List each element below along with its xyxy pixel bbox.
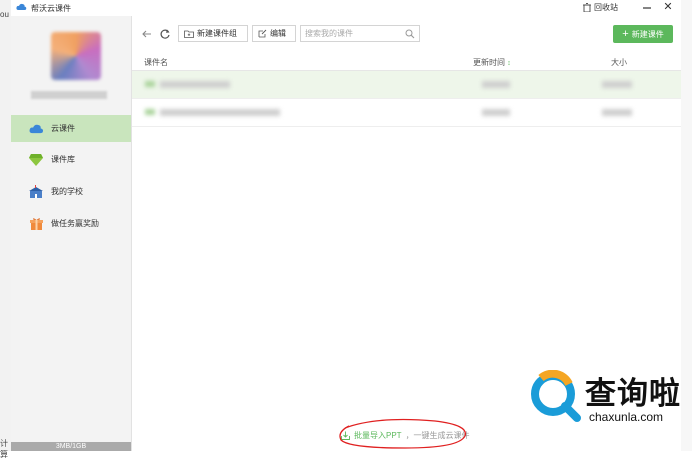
edit-label: 编辑 <box>270 29 286 38</box>
app-title: 帮沃云课件 <box>31 4 71 13</box>
minimize-button[interactable] <box>641 1 653 13</box>
folder-add-icon <box>184 30 194 38</box>
refresh-button[interactable] <box>159 28 171 40</box>
cloud-logo-icon <box>16 3 27 10</box>
size-redacted <box>602 81 632 88</box>
sidebar-item-courseware-library[interactable]: 课件库 <box>11 146 131 173</box>
app-window: 帮沃云课件 回收站 ✕ 云课件 课件库 我的学校 做任务赢奖励 3MB/1GB … <box>11 0 681 451</box>
close-button[interactable]: ✕ <box>662 1 674 13</box>
toolbar: 新建课件组 编辑 + 新建课件 <box>132 24 681 46</box>
sidebar-item-label: 我的学校 <box>51 187 83 196</box>
courseware-file-icon <box>145 81 155 87</box>
edit-button[interactable]: 编辑 <box>252 25 296 42</box>
search-box <box>300 25 420 42</box>
annotation-ellipse <box>339 418 467 449</box>
column-header-updated[interactable]: 更新时间 ↕ <box>473 57 511 68</box>
storage-usage-bar: 3MB/1GB <box>11 442 131 451</box>
updated-time-redacted <box>482 109 510 116</box>
watermark-logo: 查询啦 chaxunla.com <box>529 366 692 430</box>
arrow-left-icon <box>142 30 151 38</box>
column-header-name[interactable]: 课件名 <box>144 57 168 68</box>
new-group-label: 新建课件组 <box>197 29 237 38</box>
updated-time-redacted <box>482 81 510 88</box>
new-courseware-button[interactable]: + 新建课件 <box>613 25 673 43</box>
courseware-file-icon <box>145 109 155 115</box>
search-input[interactable] <box>301 26 405 41</box>
recycle-bin-label: 回收站 <box>594 3 618 12</box>
username-redacted <box>31 91 107 99</box>
back-button[interactable] <box>141 28 153 40</box>
sort-icon: ↕ <box>507 60 511 67</box>
column-header-updated-label: 更新时间 <box>473 58 505 67</box>
title-bar: 帮沃云课件 回收站 ✕ <box>11 0 681 16</box>
table-row[interactable] <box>132 99 681 127</box>
courseware-table: 课件名 更新时间 ↕ 大小 <box>132 53 681 127</box>
edit-icon <box>258 29 267 38</box>
cloud-icon <box>28 122 44 136</box>
recycle-bin-button[interactable]: 回收站 <box>583 2 618 13</box>
search-icon[interactable] <box>405 29 415 39</box>
background-app-text: 计算 <box>0 439 8 459</box>
table-row[interactable] <box>132 71 681 99</box>
storage-usage-text: 3MB/1GB <box>55 443 87 450</box>
sidebar-item-label: 做任务赢奖励 <box>51 219 99 228</box>
size-redacted <box>602 109 632 116</box>
trash-icon <box>583 3 591 12</box>
school-icon <box>28 185 44 199</box>
new-courseware-label: 新建课件 <box>631 29 664 39</box>
courseware-name-redacted <box>160 109 280 116</box>
sidebar-item-label: 课件库 <box>51 155 75 164</box>
sidebar-item-tasks-rewards[interactable]: 做任务赢奖励 <box>11 210 131 237</box>
new-group-button[interactable]: 新建课件组 <box>178 25 248 42</box>
watermark-text: 查询啦 <box>585 376 681 412</box>
table-header: 课件名 更新时间 ↕ 大小 <box>132 53 681 71</box>
watermark-url: chaxunla.com <box>589 410 664 424</box>
avatar[interactable] <box>51 32 101 80</box>
sidebar: 云课件 课件库 我的学校 做任务赢奖励 3MB/1GB <box>11 16 132 451</box>
courseware-name-redacted <box>160 81 230 88</box>
diamond-icon <box>28 153 44 167</box>
background-app-text: ou <box>0 10 9 19</box>
sidebar-item-label: 云课件 <box>51 124 75 133</box>
sidebar-item-cloud-courseware[interactable]: 云课件 <box>11 115 131 142</box>
sidebar-item-my-school[interactable]: 我的学校 <box>11 178 131 205</box>
plus-icon: + <box>622 28 629 40</box>
gift-icon <box>28 217 44 231</box>
refresh-icon <box>160 29 170 39</box>
column-header-size[interactable]: 大小 <box>611 57 627 68</box>
magnifier-logo-icon <box>531 370 581 422</box>
